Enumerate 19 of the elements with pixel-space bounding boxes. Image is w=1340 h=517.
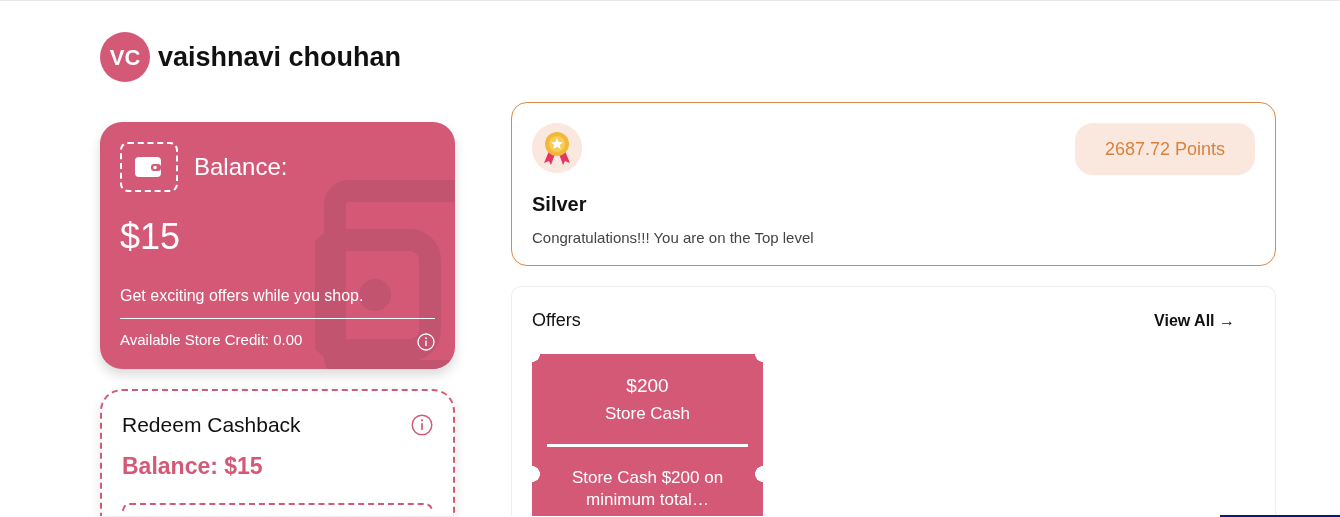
tier-name: Silver <box>532 192 588 217</box>
balance-tagline: Get exciting offers while you shop. <box>120 284 435 319</box>
redeem-title: Redeem Cashback <box>122 412 301 438</box>
balance-amount: $15 <box>120 215 182 259</box>
user-avatar: VC <box>100 32 150 82</box>
offers-title: Offers <box>532 309 581 332</box>
offer-coupon[interactable]: $200 Store Cash Store Cash $200 on minimum total… <box>532 354 763 516</box>
points-badge: 2687.72 Points <box>1074 123 1255 175</box>
view-all-link[interactable]: View All → <box>1154 308 1235 333</box>
store-credit-text: Available Store Credit: 0.00 <box>120 330 303 350</box>
tier-message: Congratulations!!! You are on the Top level <box>532 228 815 248</box>
balance-label: Balance: <box>194 152 288 182</box>
user-name: vaishnavi chouhan <box>158 40 402 74</box>
offer-amount: $200 <box>625 374 670 398</box>
wallet-icon <box>135 155 163 179</box>
redeem-balance: Balance: $15 <box>122 451 264 481</box>
info-icon[interactable] <box>411 413 433 436</box>
offer-type: Store Cash <box>603 402 691 425</box>
offer-description: Store Cash $200 on minimum total… <box>570 467 725 512</box>
